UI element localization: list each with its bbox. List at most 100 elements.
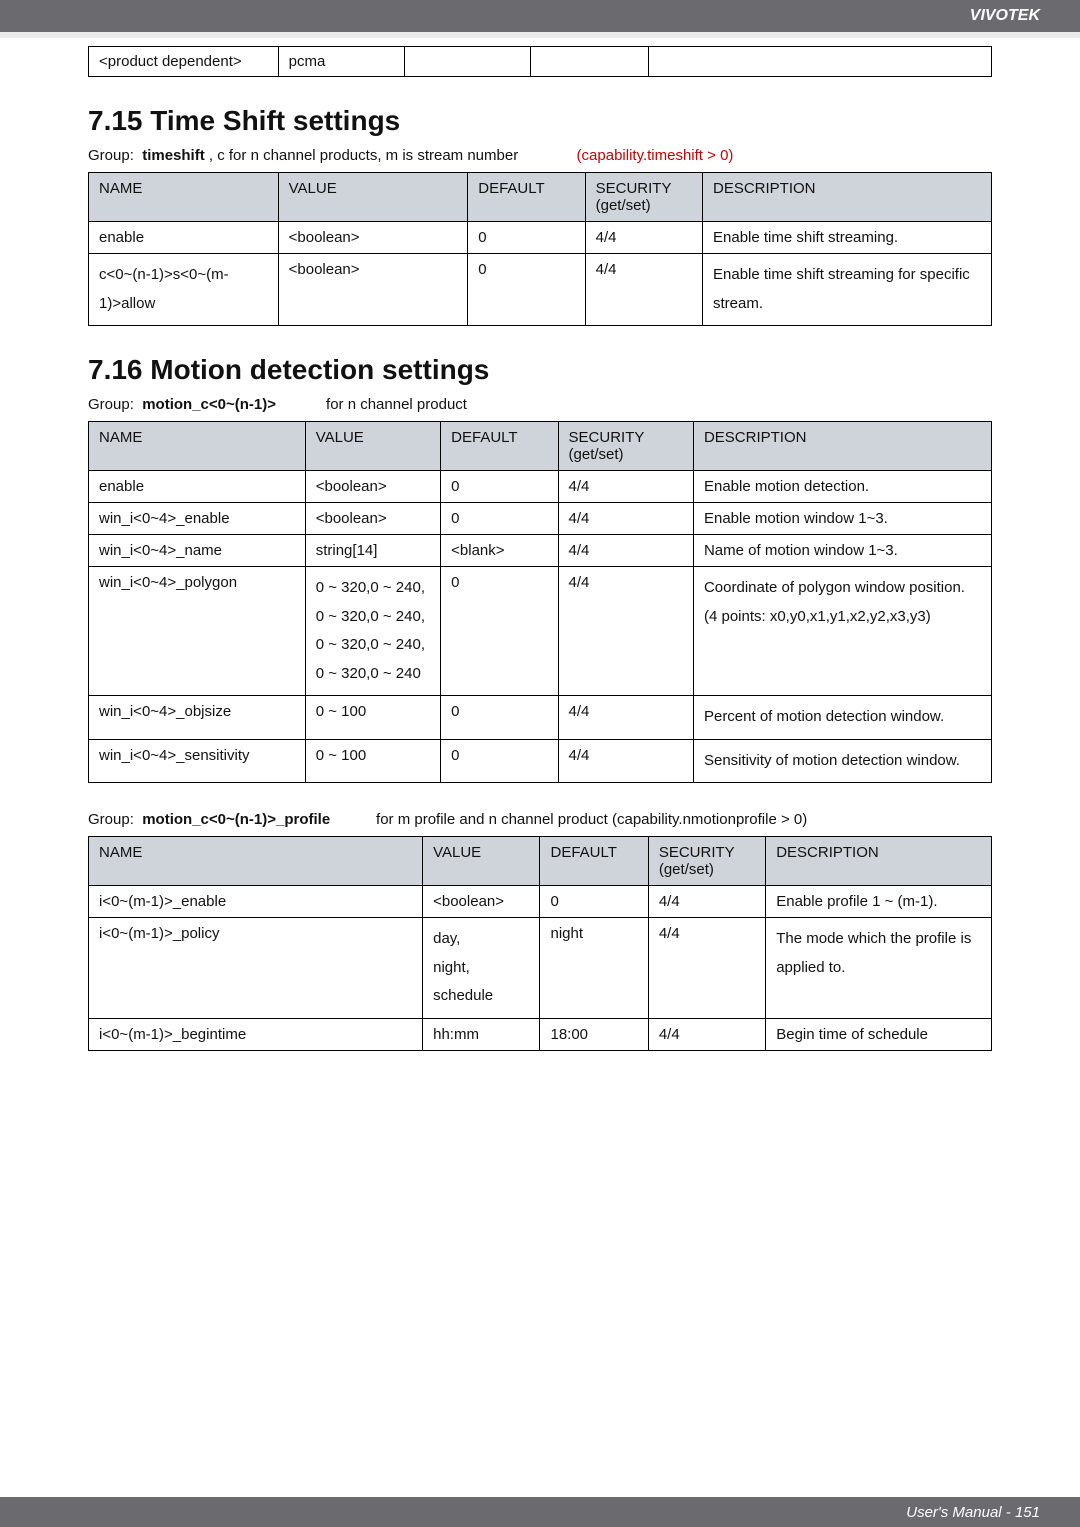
header-rule	[0, 32, 1080, 38]
cell-default: 0	[540, 886, 648, 918]
col-security: SECURITY (get/set)	[585, 173, 702, 222]
top-fragment-table: <product dependent> pcma	[88, 46, 992, 77]
cell-value: <boolean>	[423, 886, 540, 918]
table-row: win_i<0~4>_sensitivity 0 ~ 100 0 4/4 Sen…	[89, 739, 992, 783]
cell-desc: Begin time of schedule	[766, 1018, 992, 1050]
cell-desc: Enable motion window 1~3.	[693, 503, 991, 535]
header-band: VIVOTEK	[0, 0, 1080, 32]
security-label: SECURITY	[569, 429, 683, 446]
content: <product dependent> pcma 7.15 Time Shift…	[0, 46, 1080, 1051]
cell-default: 18:00	[540, 1018, 648, 1050]
cell-security: 4/4	[585, 222, 702, 254]
table-row: win_i<0~4>_objsize 0 ~ 100 0 4/4 Percent…	[89, 696, 992, 740]
cell-default: night	[540, 918, 648, 1019]
security-sub: (get/set)	[569, 446, 683, 463]
table-row: <product dependent> pcma	[89, 47, 992, 77]
cell-name: i<0~(m-1)>_policy	[89, 918, 423, 1019]
group-note: for m profile and n channel product (cap…	[376, 811, 807, 828]
cell-name: i<0~(m-1)>_enable	[89, 886, 423, 918]
cell-default: 0	[441, 471, 558, 503]
group-prefix: Group:	[88, 147, 134, 164]
cell-security: 4/4	[558, 471, 693, 503]
col-name: NAME	[89, 422, 306, 471]
group-name: timeshift	[142, 147, 205, 164]
cell-name: i<0~(m-1)>_begintime	[89, 1018, 423, 1050]
page: VIVOTEK <product dependent> pcma 7.15 Ti…	[0, 0, 1080, 1527]
col-value: VALUE	[278, 173, 468, 222]
cell-value: 0 ~ 100	[305, 739, 440, 783]
cell-security: 4/4	[558, 535, 693, 567]
cell-security: 4/4	[585, 254, 702, 326]
table-715: NAME VALUE DEFAULT SECURITY (get/set) DE…	[88, 172, 992, 326]
security-label: SECURITY	[596, 180, 692, 197]
security-sub: (get/set)	[596, 197, 692, 214]
cell-name: win_i<0~4>_sensitivity	[89, 739, 306, 783]
cell-value: 0 ~ 320,0 ~ 240, 0 ~ 320,0 ~ 240, 0 ~ 32…	[305, 567, 440, 696]
cell-default: 0	[468, 254, 585, 326]
group-name: motion_c<0~(n-1)>_profile	[142, 811, 330, 828]
cell-value: <boolean>	[305, 471, 440, 503]
col-description: DESCRIPTION	[693, 422, 991, 471]
table-header-row: NAME VALUE DEFAULT SECURITY (get/set) DE…	[89, 837, 992, 886]
cell-default: 0	[441, 696, 558, 740]
cell-desc: Name of motion window 1~3.	[693, 535, 991, 567]
security-sub: (get/set)	[659, 861, 755, 878]
table-row: i<0~(m-1)>_enable <boolean> 0 4/4 Enable…	[89, 886, 992, 918]
table-row: enable <boolean> 0 4/4 Enable motion det…	[89, 471, 992, 503]
cell: pcma	[278, 47, 404, 77]
cell-default: 0	[441, 739, 558, 783]
cell-security: 4/4	[558, 739, 693, 783]
cell-name: c<0~(n-1)>s<0~(m-1)>allow	[89, 254, 279, 326]
group-note: for n channel product	[326, 396, 467, 413]
group-line-716b: Group: motion_c<0~(n-1)>_profile for m p…	[88, 811, 992, 828]
cell-name: win_i<0~4>_enable	[89, 503, 306, 535]
col-value: VALUE	[423, 837, 540, 886]
col-value: VALUE	[305, 422, 440, 471]
cell-desc: The mode which the profile is applied to…	[766, 918, 992, 1019]
cell-desc: Enable motion detection.	[693, 471, 991, 503]
footer-text: User's Manual - 151	[906, 1504, 1040, 1521]
cell-security: 4/4	[558, 696, 693, 740]
cell-security: 4/4	[648, 886, 765, 918]
group-line-716a: Group: motion_c<0~(n-1)> for n channel p…	[88, 396, 992, 413]
col-name: NAME	[89, 837, 423, 886]
col-name: NAME	[89, 173, 279, 222]
cell-desc: Enable time shift streaming.	[703, 222, 992, 254]
table-716a: NAME VALUE DEFAULT SECURITY (get/set) DE…	[88, 421, 992, 783]
table-row: c<0~(n-1)>s<0~(m-1)>allow <boolean> 0 4/…	[89, 254, 992, 326]
table-header-row: NAME VALUE DEFAULT SECURITY (get/set) DE…	[89, 173, 992, 222]
group-line-715: Group: timeshift , c for n channel produ…	[88, 147, 992, 164]
cell-default: 0	[441, 503, 558, 535]
cell-security: 4/4	[648, 1018, 765, 1050]
cell-desc: Percent of motion detection window.	[693, 696, 991, 740]
cell-default: 0	[441, 567, 558, 696]
cell-value: <boolean>	[305, 503, 440, 535]
cell-security: 4/4	[558, 567, 693, 696]
cell-name: enable	[89, 471, 306, 503]
section-title-715: 7.15 Time Shift settings	[88, 105, 992, 137]
table-row: win_i<0~4>_enable <boolean> 0 4/4 Enable…	[89, 503, 992, 535]
group-note: , c for n channel products, m is stream …	[209, 147, 518, 164]
security-label: SECURITY	[659, 844, 755, 861]
table-row: i<0~(m-1)>_begintime hh:mm 18:00 4/4 Beg…	[89, 1018, 992, 1050]
brand-text: VIVOTEK	[970, 7, 1040, 25]
cell-value: hh:mm	[423, 1018, 540, 1050]
col-default: DEFAULT	[441, 422, 558, 471]
cell-desc: Enable time shift streaming for specific…	[703, 254, 992, 326]
table-row: i<0~(m-1)>_policy day, night, schedule n…	[89, 918, 992, 1019]
cell-default: 0	[468, 222, 585, 254]
cell-name: win_i<0~4>_polygon	[89, 567, 306, 696]
cell-value: <boolean>	[278, 254, 468, 326]
cell: <product dependent>	[89, 47, 279, 77]
table-716b: NAME VALUE DEFAULT SECURITY (get/set) DE…	[88, 836, 992, 1051]
cell	[405, 47, 531, 77]
cell-name: win_i<0~4>_objsize	[89, 696, 306, 740]
table-row: win_i<0~4>_name string[14] <blank> 4/4 N…	[89, 535, 992, 567]
col-description: DESCRIPTION	[766, 837, 992, 886]
cell-name: win_i<0~4>_name	[89, 535, 306, 567]
col-description: DESCRIPTION	[703, 173, 992, 222]
col-security: SECURITY (get/set)	[558, 422, 693, 471]
table-row: enable <boolean> 0 4/4 Enable time shift…	[89, 222, 992, 254]
cell-value: 0 ~ 100	[305, 696, 440, 740]
table-header-row: NAME VALUE DEFAULT SECURITY (get/set) DE…	[89, 422, 992, 471]
